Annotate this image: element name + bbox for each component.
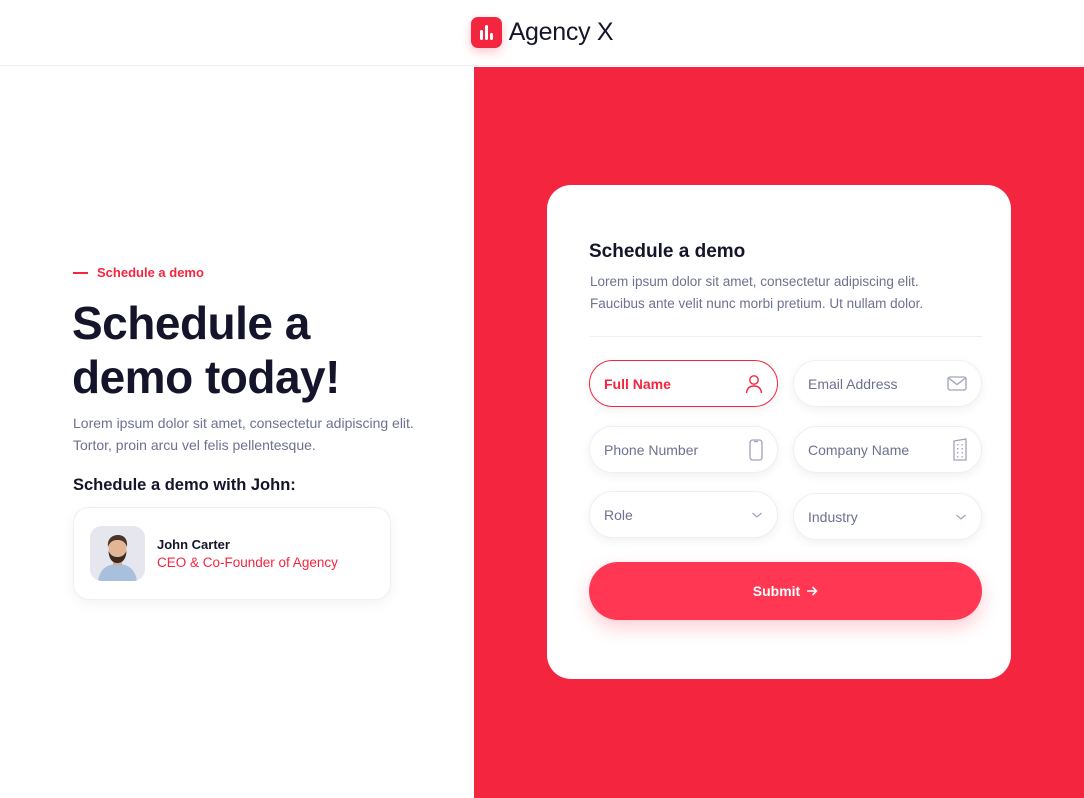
form-divider xyxy=(589,336,982,337)
user-icon xyxy=(745,374,763,394)
form-description: Lorem ipsum dolor sit amet, consectetur … xyxy=(590,274,924,311)
brand-name: Agency X xyxy=(508,18,614,46)
brand-logo[interactable]: Agency X xyxy=(470,17,614,48)
phone-placeholder: Phone Number xyxy=(604,441,699,458)
industry-placeholder: Industry xyxy=(808,508,858,525)
role-placeholder: Role xyxy=(604,506,633,523)
company-placeholder: Company Name xyxy=(808,441,910,458)
page-title: Schedule a demo today! xyxy=(72,297,340,403)
role-select[interactable]: Role xyxy=(589,491,778,538)
bar-chart-icon xyxy=(470,17,502,48)
arrow-right-icon xyxy=(806,583,818,599)
full-name-placeholder: Full Name xyxy=(604,375,671,392)
avatar xyxy=(90,526,145,581)
demo-form-card: Schedule a demo Lorem ipsum dolor sit am… xyxy=(547,185,1011,679)
email-placeholder: Email Address xyxy=(808,375,898,392)
full-name-field[interactable]: Full Name xyxy=(589,360,778,407)
mail-icon xyxy=(947,376,967,391)
hero-description: Lorem ipsum dolor sit amet, consectetur … xyxy=(73,415,414,453)
building-icon xyxy=(953,438,967,461)
eyebrow: Schedule a demo xyxy=(73,265,204,280)
form-title: Schedule a demo xyxy=(589,241,746,262)
person-info: John Carter CEO & Co-Founder of Agency xyxy=(157,537,338,570)
industry-select[interactable]: Industry xyxy=(793,493,982,540)
phone-field[interactable]: Phone Number xyxy=(589,426,778,473)
submit-label: Submit xyxy=(752,583,801,599)
chevron-down-icon xyxy=(751,511,763,519)
email-field[interactable]: Email Address xyxy=(793,360,982,407)
person-card: John Carter CEO & Co-Founder of Agency xyxy=(73,507,391,600)
schedule-with-title: Schedule a demo with John: xyxy=(73,476,296,494)
company-field[interactable]: Company Name xyxy=(793,426,982,473)
submit-button[interactable]: Submit xyxy=(589,562,982,620)
person-name: John Carter xyxy=(157,537,230,552)
phone-icon xyxy=(749,438,763,461)
chevron-down-icon xyxy=(955,513,967,521)
header: Agency X xyxy=(0,0,1084,66)
eyebrow-text: Schedule a demo xyxy=(97,265,204,280)
person-role: CEO & Co-Founder of Agency xyxy=(157,555,338,570)
eyebrow-dash xyxy=(73,271,88,274)
